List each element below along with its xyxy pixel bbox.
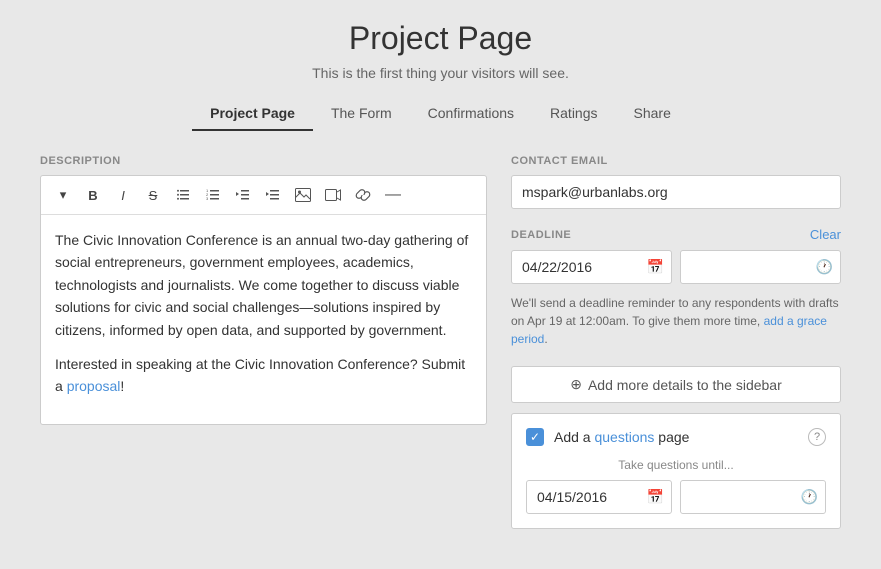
questions-date-row: 📅 🕐 bbox=[526, 480, 826, 514]
page-title: Project Page bbox=[40, 20, 841, 57]
questions-header: ✓ Add a questions page ? bbox=[526, 428, 826, 446]
right-panel: CONTACT EMAIL DEADLINE Clear 📅 🕐 bbox=[511, 155, 841, 529]
editor-paragraph-1: The Civic Innovation Conference is an an… bbox=[55, 229, 472, 341]
toolbar-strikethrough[interactable]: S bbox=[139, 182, 167, 208]
tab-share[interactable]: Share bbox=[616, 97, 689, 131]
add-details-icon: ⊕ bbox=[570, 376, 582, 393]
clear-button[interactable]: Clear bbox=[810, 227, 841, 242]
questions-header-left: ✓ Add a questions page bbox=[526, 428, 689, 446]
questions-date-wrap: 📅 bbox=[526, 480, 672, 514]
deadline-label: DEADLINE bbox=[511, 229, 571, 241]
deadline-hint-suffix: . bbox=[544, 332, 547, 346]
toolbar-video[interactable] bbox=[319, 182, 347, 208]
deadline-date-input[interactable] bbox=[511, 250, 672, 284]
questions-label-link[interactable]: questions bbox=[594, 429, 654, 445]
svg-text:3: 3 bbox=[206, 196, 209, 201]
contact-email-input[interactable] bbox=[511, 175, 841, 209]
editor-body[interactable]: The Civic Innovation Conference is an an… bbox=[41, 215, 486, 424]
toolbar-link[interactable] bbox=[349, 182, 377, 208]
tab-the-form[interactable]: The Form bbox=[313, 97, 410, 131]
toolbar-bold[interactable]: B bbox=[79, 182, 107, 208]
take-questions-label: Take questions until... bbox=[526, 458, 826, 472]
toolbar-divider-btn[interactable]: — bbox=[379, 182, 407, 208]
description-label: Description bbox=[40, 155, 487, 167]
questions-label-suffix: page bbox=[654, 429, 689, 445]
questions-time-input[interactable] bbox=[680, 480, 826, 514]
page-subtitle: This is the first thing your visitors wi… bbox=[40, 65, 841, 81]
editor-container: ▾ B I S 123 bbox=[40, 175, 487, 425]
toolbar-outdent[interactable] bbox=[229, 182, 257, 208]
toolbar-image[interactable] bbox=[289, 182, 317, 208]
left-panel: Description ▾ B I S 123 bbox=[40, 155, 487, 425]
toolbar-dropdown[interactable]: ▾ bbox=[49, 182, 77, 208]
questions-checkbox[interactable]: ✓ bbox=[526, 428, 544, 446]
toolbar-unordered-list[interactable] bbox=[169, 182, 197, 208]
deadline-time-input[interactable] bbox=[680, 250, 841, 284]
add-details-label: Add more details to the sidebar bbox=[588, 377, 782, 393]
deadline-date-wrap: 📅 bbox=[511, 250, 672, 284]
tab-ratings[interactable]: Ratings bbox=[532, 97, 615, 131]
questions-label-prefix: Add a bbox=[554, 429, 594, 445]
deadline-hint: We'll send a deadline reminder to any re… bbox=[511, 294, 841, 348]
contact-email-label: CONTACT EMAIL bbox=[511, 155, 841, 167]
toolbar-italic[interactable]: I bbox=[109, 182, 137, 208]
toolbar-ordered-list[interactable]: 123 bbox=[199, 182, 227, 208]
questions-help-icon[interactable]: ? bbox=[808, 428, 826, 446]
questions-card: ✓ Add a questions page ? Take questions … bbox=[511, 413, 841, 529]
add-details-button[interactable]: ⊕ Add more details to the sidebar bbox=[511, 366, 841, 403]
questions-time-wrap: 🕐 bbox=[680, 480, 826, 514]
questions-label: Add a questions page bbox=[554, 429, 689, 445]
editor-toolbar: ▾ B I S 123 bbox=[41, 176, 486, 215]
deadline-time-wrap: 🕐 bbox=[680, 250, 841, 284]
tab-project-page[interactable]: Project Page bbox=[192, 97, 313, 131]
checkmark-icon: ✓ bbox=[530, 431, 540, 443]
nav-tabs: Project Page The Form Confirmations Rati… bbox=[40, 97, 841, 131]
editor-para2-link[interactable]: proposal bbox=[67, 378, 121, 394]
contact-email-section: CONTACT EMAIL bbox=[511, 155, 841, 209]
page-header: Project Page This is the first thing you… bbox=[40, 20, 841, 131]
deadline-section: DEADLINE Clear 📅 🕐 We'll send a deadline… bbox=[511, 227, 841, 348]
editor-para2-suffix: ! bbox=[120, 378, 124, 394]
main-content: Description ▾ B I S 123 bbox=[40, 155, 841, 529]
deadline-date-time-row: 📅 🕐 bbox=[511, 250, 841, 284]
editor-paragraph-2: Interested in speaking at the Civic Inno… bbox=[55, 353, 472, 398]
tab-confirmations[interactable]: Confirmations bbox=[410, 97, 532, 131]
deadline-header: DEADLINE Clear bbox=[511, 227, 841, 242]
toolbar-indent[interactable] bbox=[259, 182, 287, 208]
questions-date-input[interactable] bbox=[526, 480, 672, 514]
